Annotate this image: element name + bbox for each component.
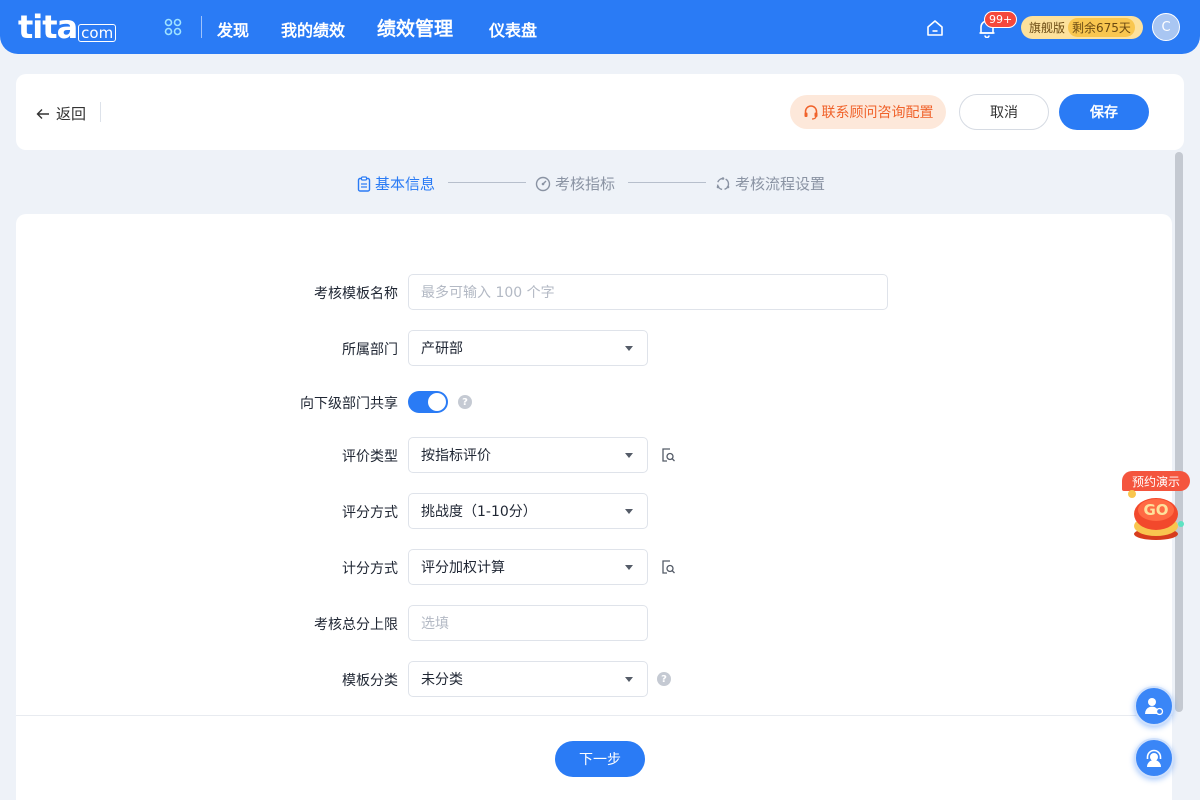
form-row-category: 模板分类 未分类 ? xyxy=(16,661,1172,697)
caret-down-icon xyxy=(625,565,633,570)
step-label: 考核流程设置 xyxy=(735,175,826,193)
department-label: 所属部门 xyxy=(342,342,398,358)
basic-info-form: 考核模板名称 最多可输入 100 个字 所属部门 产研部 向下级部门共享 ? 评… xyxy=(16,214,1172,716)
step-process-settings[interactable]: 考核流程设置 xyxy=(715,173,825,194)
share-toggle[interactable] xyxy=(408,391,448,413)
notification-badge: 99+ xyxy=(984,11,1018,28)
step-basic-info[interactable]: 基本信息 xyxy=(357,173,435,194)
preview-search-icon[interactable] xyxy=(660,447,676,463)
contact-label: 联系顾问咨询配置 xyxy=(821,105,934,121)
home-icon[interactable] xyxy=(926,19,944,37)
eval-type-value: 按指标评价 xyxy=(421,448,491,464)
caret-down-icon xyxy=(625,346,633,351)
book-demo-tag[interactable]: 预约演示 xyxy=(1122,471,1190,491)
nav-divider xyxy=(201,16,202,38)
share-label: 向下级部门共享 xyxy=(300,396,398,412)
support-agent-icon xyxy=(1146,749,1162,767)
score-method-value: 挑战度（1-10分） xyxy=(421,504,537,520)
step-connector xyxy=(628,182,706,183)
top-nav-bar: tita com 发现 我的绩效 绩效管理 仪表盘 99+ 旗舰版 剩余675天 … xyxy=(0,0,1200,54)
category-value: 未分类 xyxy=(421,672,463,688)
nav-performance-management[interactable]: 绩效管理 xyxy=(377,14,453,41)
tita-logo[interactable]: tita com xyxy=(18,8,117,46)
eval-type-select[interactable]: 按指标评价 xyxy=(408,437,648,473)
step-connector xyxy=(448,182,526,183)
calc-method-select[interactable]: 评分加权计算 xyxy=(408,549,648,585)
form-row-share: 向下级部门共享 ? xyxy=(16,384,1172,420)
nav-discover[interactable]: 发现 xyxy=(217,17,249,41)
caret-down-icon xyxy=(625,677,633,682)
user-settings-float-button[interactable] xyxy=(1134,686,1174,726)
step-label: 考核指标 xyxy=(555,175,616,193)
apps-grid-icon[interactable] xyxy=(164,18,182,36)
category-select[interactable]: 未分类 xyxy=(408,661,648,697)
edition-badge[interactable]: 旗舰版 剩余675天 xyxy=(1021,16,1143,39)
process-cycle-icon xyxy=(716,176,730,190)
score-method-select[interactable]: 挑战度（1-10分） xyxy=(408,493,648,529)
form-row-score-method: 评分方式 挑战度（1-10分） xyxy=(16,493,1172,529)
save-button[interactable]: 保存 xyxy=(1059,94,1149,130)
user-gear-icon xyxy=(1144,698,1164,716)
go-label: GO xyxy=(1143,501,1168,519)
headset-icon xyxy=(804,105,817,120)
scrollbar-thumb[interactable] xyxy=(1175,152,1183,712)
template-name-label: 考核模板名称 xyxy=(314,286,398,302)
form-footer: 下一步 xyxy=(16,715,1172,800)
preview-search-icon[interactable] xyxy=(660,559,676,575)
nav-my-performance[interactable]: 我的绩效 xyxy=(281,17,345,41)
form-row-department: 所属部门 产研部 xyxy=(16,330,1172,366)
form-row-eval-type: 评价类型 按指标评价 xyxy=(16,437,1172,473)
back-button[interactable]: 返回 xyxy=(36,103,86,124)
clipboard-icon xyxy=(357,175,371,192)
caret-down-icon xyxy=(625,453,633,458)
help-icon[interactable]: ? xyxy=(458,395,472,409)
go-demo-badge[interactable]: GO xyxy=(1128,490,1184,542)
category-label: 模板分类 xyxy=(342,673,398,689)
arrow-left-icon xyxy=(36,108,49,119)
step-indicators[interactable]: 考核指标 xyxy=(535,173,615,194)
gauge-icon xyxy=(535,176,551,191)
avatar[interactable]: C xyxy=(1152,13,1180,41)
nav-dashboard[interactable]: 仪表盘 xyxy=(489,17,537,41)
back-label: 返回 xyxy=(56,105,87,123)
form-row-score-limit: 考核总分上限 选填 xyxy=(16,605,1172,641)
help-icon[interactable]: ? xyxy=(657,672,671,686)
score-limit-input[interactable]: 选填 xyxy=(408,605,648,641)
calc-method-label: 计分方式 xyxy=(342,561,398,577)
department-select[interactable]: 产研部 xyxy=(408,330,648,366)
edition-days: 剩余675天 xyxy=(1068,18,1135,37)
calc-method-value: 评分加权计算 xyxy=(421,560,505,576)
header-divider xyxy=(100,102,101,122)
form-row-template-name: 考核模板名称 最多可输入 100 个字 xyxy=(16,274,1172,310)
page-header-card: 返回 联系顾问咨询配置 取消 保存 xyxy=(16,74,1184,150)
form-row-calc-method: 计分方式 评分加权计算 xyxy=(16,549,1172,585)
department-value: 产研部 xyxy=(421,341,463,357)
eval-type-label: 评价类型 xyxy=(342,449,398,465)
step-label: 基本信息 xyxy=(375,175,436,193)
contact-advisor-button[interactable]: 联系顾问咨询配置 xyxy=(790,95,946,129)
cancel-button[interactable]: 取消 xyxy=(959,94,1049,130)
edition-label: 旗舰版 xyxy=(1029,21,1066,35)
score-method-label: 评分方式 xyxy=(342,505,398,521)
next-step-button[interactable]: 下一步 xyxy=(555,741,645,777)
template-name-input[interactable]: 最多可输入 100 个字 xyxy=(408,274,888,310)
customer-service-float-button[interactable] xyxy=(1134,738,1174,778)
score-limit-label: 考核总分上限 xyxy=(314,617,398,633)
caret-down-icon xyxy=(625,509,633,514)
